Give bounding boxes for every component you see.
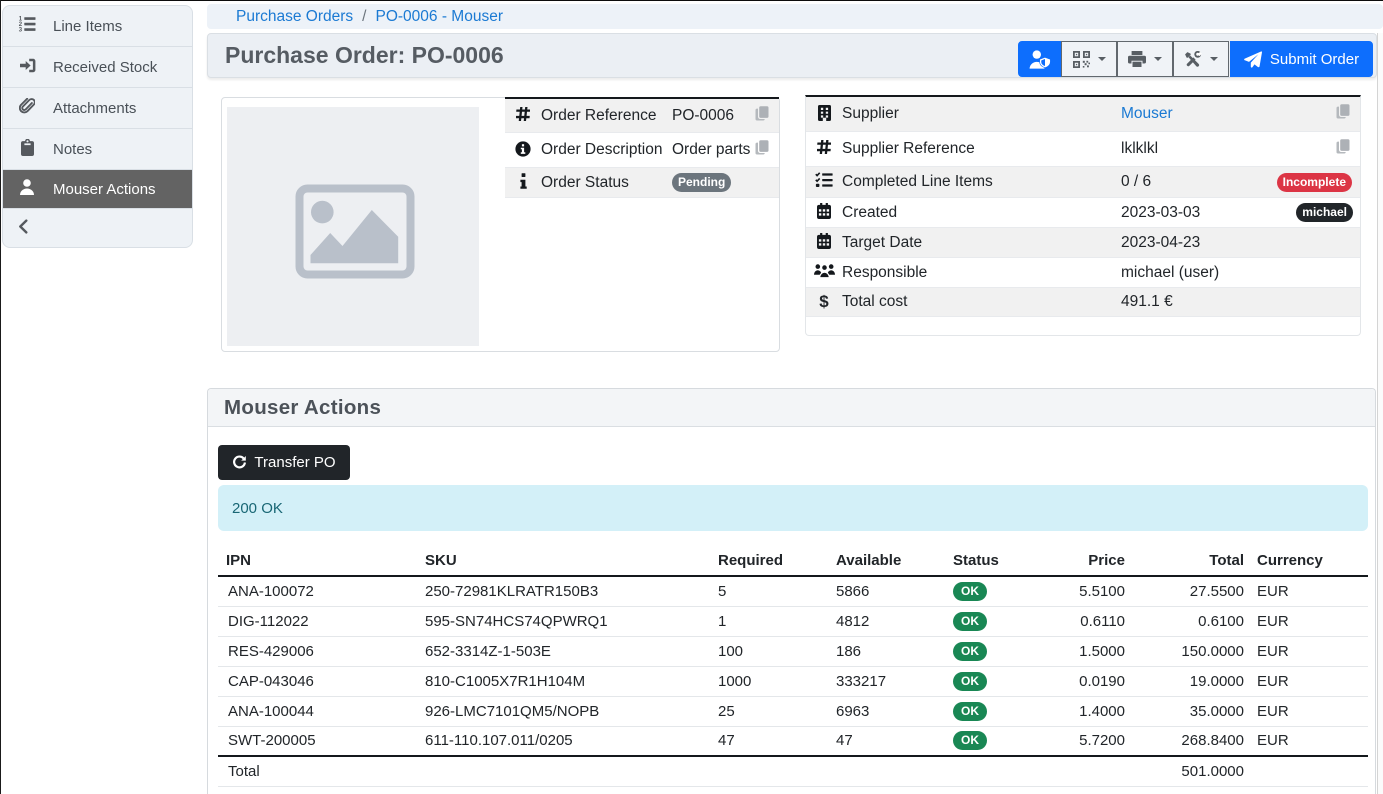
svg-text:3: 3 [19, 28, 23, 33]
